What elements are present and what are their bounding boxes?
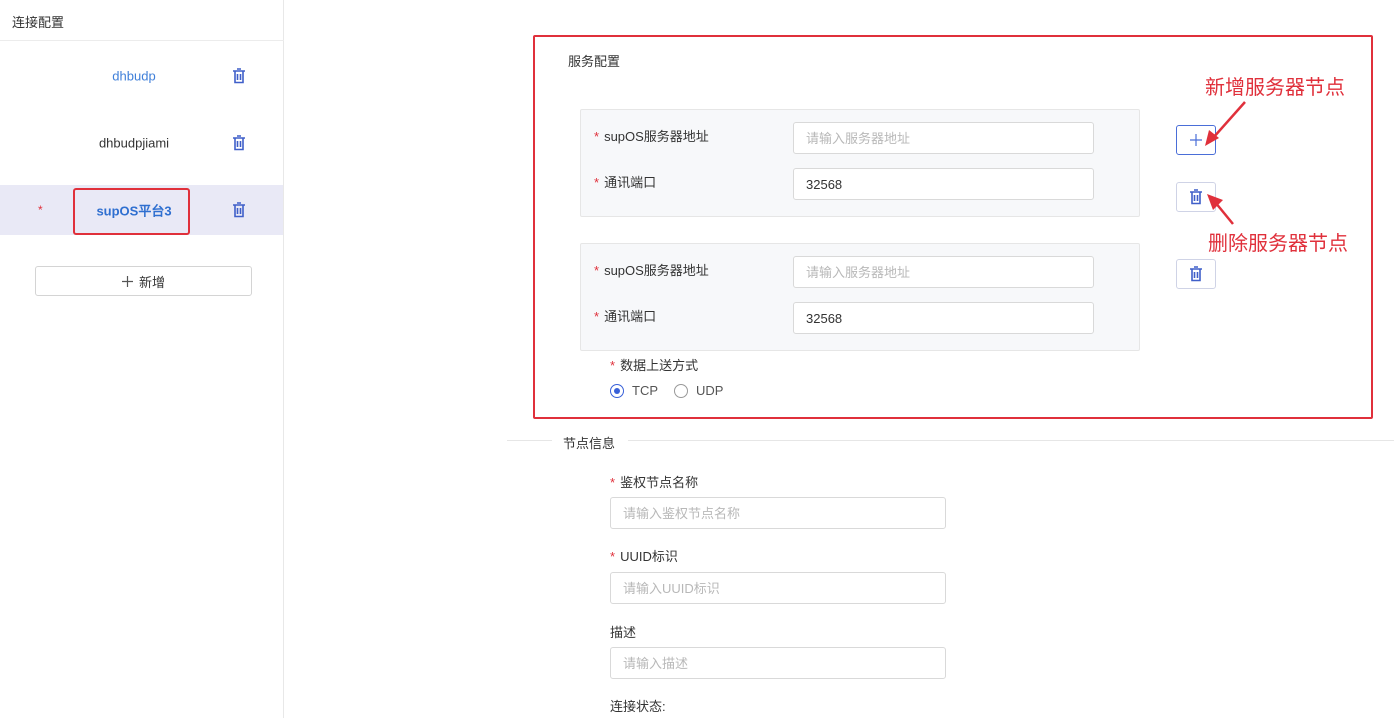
port-input[interactable] (793, 168, 1094, 200)
delete-server-node-button[interactable] (1176, 259, 1216, 289)
address-label-text: supOS服务器地址 (604, 129, 709, 144)
uuid-label-text: UUID标识 (620, 549, 678, 564)
radio-udp-label: UDP (696, 383, 724, 398)
trash-icon (233, 202, 245, 218)
radio-unchecked-icon[interactable] (674, 383, 688, 398)
delete-connection-button[interactable] (230, 67, 248, 85)
server-address-input[interactable] (793, 256, 1094, 288)
auth-name-label-text: 鉴权节点名称 (620, 475, 699, 490)
port-label-text: 通讯端口 (604, 309, 657, 324)
radio-checked-icon[interactable] (610, 383, 624, 398)
section-divider (628, 440, 1394, 441)
trash-icon (233, 68, 245, 84)
port-input[interactable] (793, 302, 1094, 334)
address-label: * supOS服务器地址 (594, 260, 709, 279)
address-label-text: supOS服务器地址 (604, 263, 709, 278)
required-mark: * (610, 475, 616, 490)
sidebar-title: 连接配置 (12, 15, 65, 30)
radio-udp[interactable]: UDP (674, 383, 723, 398)
trash-icon (233, 135, 245, 151)
port-label: * 通讯端口 (594, 172, 656, 191)
desc-label: 描述 (610, 625, 637, 640)
trash-icon (1190, 266, 1202, 282)
sidebar-item-dhbudpjiami[interactable]: dhbudpjiami (0, 118, 283, 168)
connection-sidebar: 连接配置 dhbudp dhbudpjiami * supOS平台3 新增 (0, 0, 284, 718)
required-mark: * (594, 263, 600, 278)
upload-mode-label: * 数据上送方式 (610, 355, 698, 374)
delete-connection-button[interactable] (230, 201, 248, 219)
required-mark: * (594, 309, 600, 324)
upload-mode-radio-group: TCP UDP (610, 383, 739, 398)
required-mark: * (610, 549, 616, 564)
port-label-text: 通讯端口 (604, 175, 657, 190)
selection-highlight-box (73, 188, 190, 235)
sidebar-item-dhbudp[interactable]: dhbudp (0, 51, 283, 101)
sidebar-item-label: dhbudpjiami (98, 135, 170, 151)
connection-status-label: 连接状态: (610, 699, 666, 714)
address-label: * supOS服务器地址 (594, 126, 709, 145)
required-mark: * (594, 129, 600, 144)
add-connection-button[interactable]: 新增 (35, 266, 252, 296)
annotation-arrows (1205, 101, 1246, 225)
required-mark: * (594, 175, 600, 190)
uuid-label: * UUID标识 (610, 546, 678, 565)
plus-icon (121, 275, 133, 287)
node-info-title: 节点信息 (563, 436, 616, 451)
port-label: * 通讯端口 (594, 306, 656, 325)
add-node-annotation: 新增服务器节点 (1205, 77, 1345, 99)
sidebar-divider (0, 40, 284, 41)
section-divider (507, 440, 552, 441)
add-connection-label: 新增 (138, 274, 165, 290)
auth-name-input[interactable] (610, 497, 946, 529)
auth-name-label: * 鉴权节点名称 (610, 472, 698, 491)
radio-tcp[interactable]: TCP (610, 383, 658, 398)
server-address-input[interactable] (793, 122, 1094, 154)
required-mark: * (610, 358, 616, 373)
delete-connection-button[interactable] (230, 134, 248, 152)
service-config-title: 服务配置 (568, 54, 621, 69)
radio-tcp-label: TCP (632, 383, 658, 398)
upload-mode-label-text: 数据上送方式 (620, 358, 699, 373)
desc-input[interactable] (610, 647, 946, 679)
sidebar-item-label: dhbudp (112, 68, 156, 84)
uuid-input[interactable] (610, 572, 946, 604)
